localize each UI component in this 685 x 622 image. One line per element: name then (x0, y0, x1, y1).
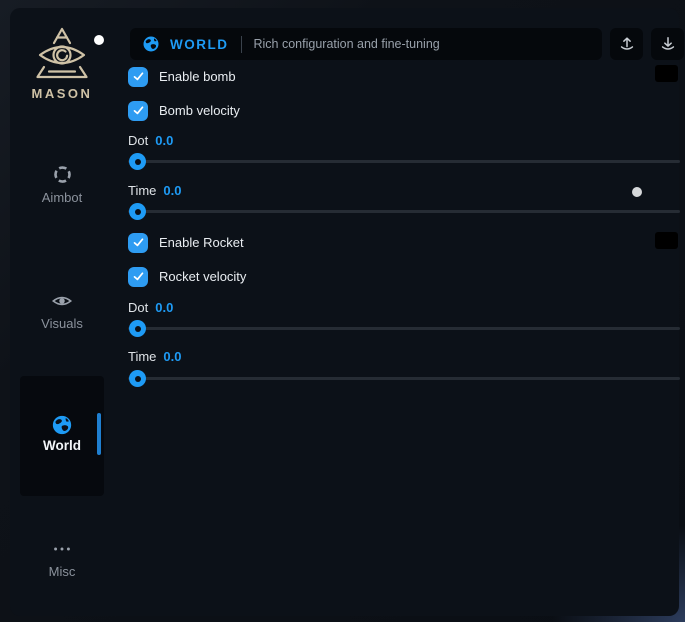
slider-value: 0.0 (163, 183, 181, 198)
checkbox-label: Enable bomb (159, 69, 236, 84)
checkbox-checked-icon[interactable] (128, 101, 148, 121)
sidebar-item-visuals[interactable]: Visuals (22, 290, 102, 331)
slider-value: 0.0 (155, 133, 173, 148)
slider-value: 0.0 (155, 300, 173, 315)
checkbox-checked-icon[interactable] (128, 67, 148, 87)
rocket-dot-slider-thumb[interactable] (129, 320, 146, 337)
rocket-time-slider-label: Time 0.0 (128, 349, 181, 364)
download-config-button[interactable] (651, 28, 684, 60)
mason-eye-triangle-icon (30, 26, 94, 82)
slider-name: Dot (128, 133, 148, 148)
sidebar-item-aimbot[interactable]: Aimbot (22, 164, 102, 205)
bomb-time-slider-label: Time 0.0 (128, 183, 181, 198)
sidebar-item-misc[interactable]: Misc (22, 538, 102, 579)
crosshair-icon (22, 164, 102, 186)
enable-rocket-checkbox-row[interactable]: Enable Rocket (128, 232, 244, 253)
sidebar-item-label: Aimbot (22, 190, 102, 205)
checkbox-checked-icon[interactable] (128, 233, 148, 253)
page-subtitle: Rich configuration and fine-tuning (254, 37, 440, 51)
enable-bomb-checkbox-row[interactable]: Enable bomb (128, 66, 236, 87)
active-tab-indicator (97, 413, 101, 455)
app-window: MASON Aimbot Visuals (10, 8, 679, 616)
slider-name: Time (128, 183, 156, 198)
slider-name: Time (128, 349, 156, 364)
globe-icon (20, 414, 104, 436)
rocket-time-slider-thumb[interactable] (129, 370, 146, 387)
download-icon (658, 34, 678, 54)
cursor-dot (94, 35, 104, 45)
cursor-dot (632, 187, 642, 197)
bomb-velocity-checkbox-row[interactable]: Bomb velocity (128, 100, 240, 121)
globe-icon (142, 35, 160, 53)
sidebar-item-world[interactable]: World (20, 376, 104, 496)
sidebar-item-label: Visuals (22, 316, 102, 331)
rocket-color-swatch[interactable] (655, 232, 678, 249)
page-header: WORLD Rich configuration and fine-tuning (130, 28, 602, 60)
rocket-dot-slider-track[interactable] (128, 327, 680, 330)
header-divider (241, 36, 242, 53)
checkbox-checked-icon[interactable] (128, 267, 148, 287)
app-logo: MASON (22, 26, 102, 101)
checkbox-label: Enable Rocket (159, 235, 244, 250)
bomb-dot-slider-track[interactable] (128, 160, 680, 163)
bomb-time-slider-track[interactable] (128, 210, 680, 213)
ellipsis-icon (22, 538, 102, 560)
rocket-velocity-checkbox-row[interactable]: Rocket velocity (128, 266, 246, 287)
slider-name: Dot (128, 300, 148, 315)
upload-config-button[interactable] (610, 28, 643, 60)
page-title: WORLD (170, 37, 229, 52)
bomb-time-slider-thumb[interactable] (129, 203, 146, 220)
slider-value: 0.0 (163, 349, 181, 364)
upload-icon (617, 34, 637, 54)
sidebar-item-label: Misc (22, 564, 102, 579)
rocket-dot-slider-label: Dot 0.0 (128, 300, 173, 315)
rocket-time-slider-track[interactable] (128, 377, 680, 380)
logo-title: MASON (22, 86, 102, 101)
bomb-dot-slider-thumb[interactable] (129, 153, 146, 170)
checkbox-label: Bomb velocity (159, 103, 240, 118)
sidebar-item-label: World (20, 438, 104, 453)
app-root: MASON Aimbot Visuals (0, 0, 685, 622)
bomb-color-swatch[interactable] (655, 65, 678, 82)
eye-icon (22, 290, 102, 312)
checkbox-label: Rocket velocity (159, 269, 246, 284)
bomb-dot-slider-label: Dot 0.0 (128, 133, 173, 148)
